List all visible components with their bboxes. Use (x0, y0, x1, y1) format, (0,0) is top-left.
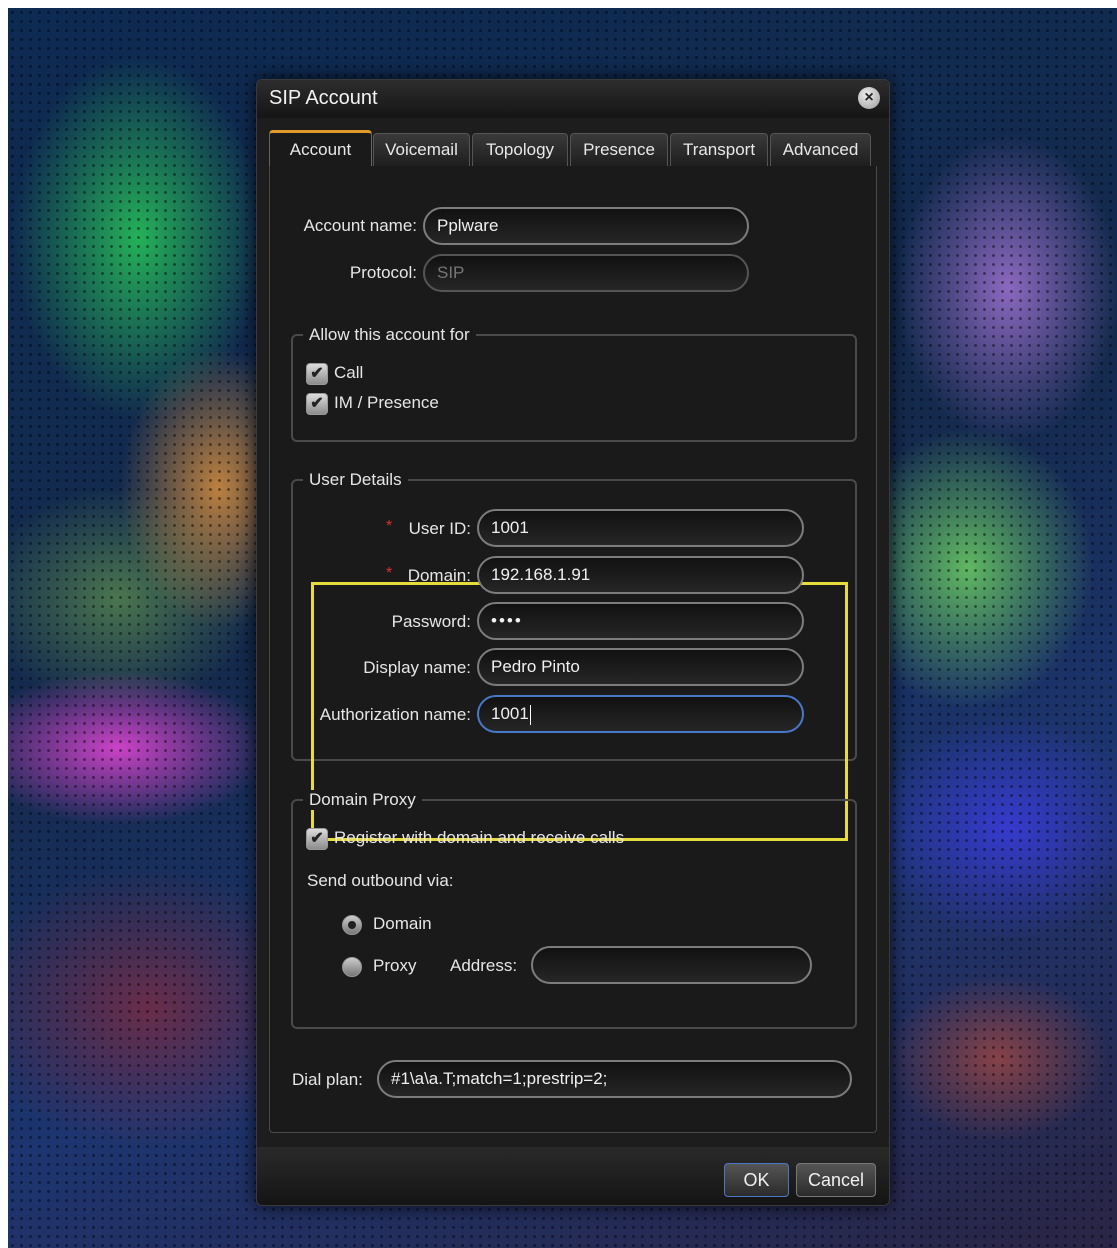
send-outbound-label: Send outbound via: (307, 871, 454, 890)
proxy-radio[interactable] (342, 957, 362, 977)
protocol-field: SIP (423, 254, 749, 292)
tab-advanced[interactable]: Advanced (770, 133, 871, 166)
user-details-group-title: User Details (303, 470, 408, 490)
sip-account-dialog: SIP Account × Account Voicemail Topology… (256, 79, 890, 1206)
protocol-label: Protocol: (349, 263, 417, 282)
authorization-name-input[interactable]: 1001 (477, 695, 804, 733)
dialog-title: SIP Account (269, 87, 378, 109)
tab-transport[interactable]: Transport (670, 133, 768, 166)
password-input[interactable]: •••• (477, 602, 804, 640)
call-checkbox[interactable]: ✔ (306, 363, 328, 385)
address-label: Address: (450, 956, 518, 975)
register-checkbox[interactable]: ✔ (306, 828, 328, 850)
domain-proxy-group-title: Domain Proxy (303, 790, 422, 810)
authorization-name-value: 1001 (491, 704, 529, 723)
dial-plan-label: Dial plan: (292, 1070, 363, 1089)
account-tab-panel: Account name: Pplware Protocol: SIP Allo… (269, 166, 877, 1133)
domain-radio[interactable] (342, 915, 362, 935)
dial-plan-input[interactable]: #1\a\a.T;match=1;prestrip=2; (377, 1060, 852, 1098)
domain-radio-label: Domain (373, 914, 432, 933)
user-id-label: User ID: (408, 519, 471, 538)
authorization-name-label: Authorization name: (319, 705, 471, 724)
domain-input[interactable]: 192.168.1.91 (477, 556, 804, 594)
im-presence-checkbox[interactable]: ✔ (306, 393, 328, 415)
register-label: Register with domain and receive calls (334, 828, 625, 847)
user-id-input[interactable]: 1001 (477, 509, 804, 547)
account-name-label: Account name: (303, 216, 417, 235)
tab-presence[interactable]: Presence (570, 133, 668, 166)
im-presence-label: IM / Presence (334, 393, 439, 412)
title-bar[interactable]: SIP Account × (257, 80, 889, 118)
tab-voicemail[interactable]: Voicemail (373, 133, 470, 166)
account-name-input[interactable]: Pplware (423, 207, 749, 245)
text-caret (529, 704, 531, 725)
password-label: Password: (391, 612, 471, 631)
allow-account-group-title: Allow this account for (303, 325, 476, 345)
cancel-button[interactable]: Cancel (796, 1163, 876, 1197)
ok-button[interactable]: OK (724, 1163, 789, 1197)
display-name-label: Display name: (363, 658, 471, 677)
tab-account[interactable]: Account (269, 130, 372, 166)
allow-account-group (291, 334, 857, 442)
display-name-input[interactable]: Pedro Pinto (477, 648, 804, 686)
call-label: Call (334, 363, 364, 382)
proxy-radio-label: Proxy (373, 956, 417, 975)
tab-topology[interactable]: Topology (472, 133, 568, 166)
address-input[interactable] (531, 946, 812, 984)
dialog-footer: OK Cancel (257, 1147, 889, 1205)
domain-label: Domain: (407, 566, 471, 585)
close-icon[interactable]: × (858, 87, 880, 109)
